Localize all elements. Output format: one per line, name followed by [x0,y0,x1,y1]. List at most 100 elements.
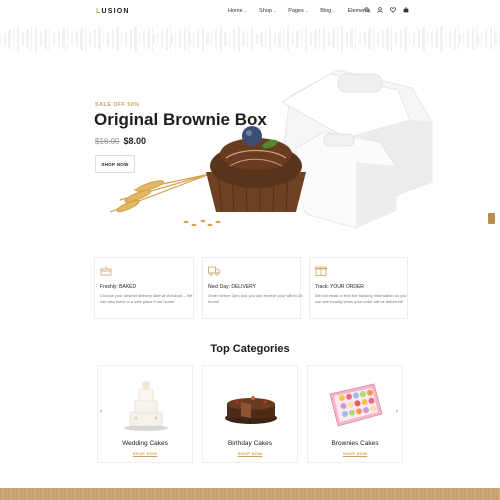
texture-stroke [121,33,122,45]
texture-stroke [324,33,325,45]
macaron [356,408,362,415]
texture-stroke [198,28,199,50]
texture-stroke [0,34,1,44]
macaron [367,389,373,396]
texture-stroke [310,32,312,46]
texture-stroke [207,32,209,46]
texture-stroke [8,31,9,47]
texture-stroke [171,33,173,45]
texture-stroke [180,29,181,49]
logo-text: USION [101,8,130,15]
texture-stroke [112,29,114,49]
texture-stroke [346,31,348,47]
category-name: Wedding Cakes [122,440,168,447]
texture-stroke [184,27,186,51]
texture-stroke [423,26,425,52]
texture-stroke [243,31,245,47]
nav-label: Pages [288,8,304,14]
user-icon[interactable] [377,7,383,13]
macaron [339,395,345,401]
shop-now-link[interactable]: SHOP NOW [203,451,297,456]
wedding-cake-image [124,381,168,431]
texture-stroke [454,28,456,50]
texture-stroke [139,33,140,45]
texture-stroke [62,29,63,49]
texture-stroke [81,27,83,51]
texture-stroke [148,28,150,50]
nav-item-pages[interactable]: Pages⌄ [288,8,308,14]
texture-stroke [144,30,145,48]
texture-stroke [391,26,392,52]
grains [183,219,221,227]
texture-stroke [387,27,389,51]
texture-stroke [157,32,158,46]
texture-stroke [130,29,132,49]
texture-stroke [108,31,109,47]
macaron [340,403,347,409]
texture-stroke [409,34,410,44]
texture-stroke [67,26,68,52]
heart-icon[interactable] [390,7,396,13]
texture-stroke [486,29,487,49]
texture-stroke [4,32,6,46]
macaron [354,400,361,407]
texture-stroke [274,33,276,45]
texture-stroke [382,30,384,48]
feature-title: Next Day: DELIVERY [208,284,256,290]
texture-stroke [54,32,55,46]
macaron [353,392,359,399]
shop-now-link[interactable]: SHOP NOW [98,451,192,456]
macaron [368,397,375,404]
carousel-prev-arrow[interactable]: ‹ [100,409,102,415]
search-icon[interactable] [364,7,370,13]
category-card-brownies-cakes[interactable]: Brownies Cakes SHOP NOW [307,365,403,463]
texture-stroke [495,33,497,45]
side-tab-button[interactable] [488,213,495,224]
texture-stroke [386,29,387,49]
texture-stroke [49,27,50,51]
texture-stroke [26,30,27,48]
texture-stroke [126,30,127,48]
texture-stroke [72,32,73,46]
texture-stroke [342,33,343,45]
feature-freshly-baked: Freshly: BAKED Choose your desired deliv… [94,257,194,319]
nav-item-blog[interactable]: Blog⌄ [320,8,335,14]
texture-stroke [224,33,225,45]
nav-label: Home [228,8,243,14]
texture-stroke [234,27,235,51]
texture-stroke [301,28,302,50]
feature-track-order: Track: YOUR ORDER We will email or text … [309,257,408,319]
texture-stroke [162,29,163,49]
category-card-wedding-cakes[interactable]: Wedding Cakes SHOP NOW [97,365,193,463]
nav-item-shop[interactable]: Shop⌄ [259,8,276,14]
macaron [349,409,355,416]
category-name: Birthday Cakes [227,440,273,447]
macaron [346,393,352,400]
cart-icon[interactable] [403,7,409,13]
texture-stroke [103,34,104,44]
macaron [361,399,368,406]
texture-stroke [396,31,397,47]
logo[interactable]: LUSION [96,8,130,15]
texture-stroke [216,28,217,50]
texture-stroke [211,31,212,47]
shop-now-link[interactable]: SHOP NOW [308,451,402,456]
texture-stroke [31,27,32,51]
nav-item-home[interactable]: Home⌄ [228,8,247,14]
carousel-next-arrow[interactable]: › [396,409,398,415]
texture-stroke [306,34,307,44]
nav-label: Blog [320,8,332,14]
texture-stroke [296,31,297,47]
feature-description: Choose your desired delivery date at che… [100,293,193,304]
texture-stroke [422,28,423,50]
macaron-box-image [329,383,383,427]
texture-stroke [166,28,168,50]
texture-stroke [436,29,438,49]
texture-stroke [364,31,366,47]
texture-stroke [427,33,428,45]
texture-stroke [152,27,153,51]
texture-stroke [135,26,137,52]
texture-stroke [333,29,335,49]
category-card-birthday-cakes[interactable]: Birthday Cakes SHOP NOW [202,365,298,463]
texture-stroke [337,27,338,51]
